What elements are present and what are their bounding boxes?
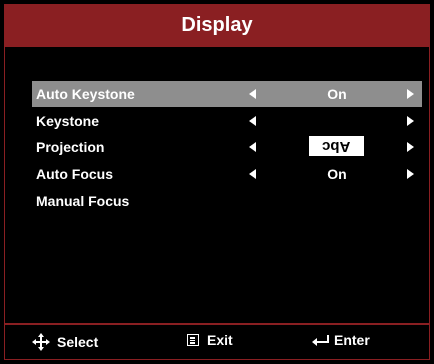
left-arrow-icon[interactable]: [249, 169, 256, 179]
menu-icon: [187, 334, 199, 346]
menu-item-value: On: [327, 166, 347, 182]
exit-hint: Exit: [187, 332, 233, 348]
select-hint: Select: [31, 332, 98, 352]
right-arrow-icon[interactable]: [407, 116, 414, 126]
menu-item-auto-focus[interactable]: Auto Focus On: [32, 161, 422, 187]
projection-mode-value: Abc: [309, 136, 364, 156]
left-arrow-icon[interactable]: [249, 89, 256, 99]
enter-label: Enter: [334, 332, 370, 348]
menu-item-label: Auto Keystone: [36, 86, 135, 102]
menu-item-manual-focus[interactable]: Manual Focus: [32, 188, 422, 214]
right-arrow-icon[interactable]: [407, 142, 414, 152]
menu-item-label: Keystone: [36, 113, 100, 129]
four-way-arrows-icon: [31, 332, 51, 352]
footer-hints: Select Exit Enter: [5, 325, 429, 359]
menu-item-projection[interactable]: Projection Abc: [32, 134, 422, 160]
menu-item-label: Manual Focus: [36, 193, 130, 209]
osd-menu-window: Display Auto Keystone On Keystone Projec…: [4, 4, 430, 360]
right-arrow-icon[interactable]: [407, 169, 414, 179]
select-label: Select: [57, 334, 99, 350]
header-divider: [5, 45, 429, 47]
exit-label: Exit: [207, 332, 233, 348]
menu-title: Display: [181, 13, 253, 36]
right-arrow-icon[interactable]: [407, 89, 414, 99]
left-arrow-icon[interactable]: [249, 142, 256, 152]
menu-item-keystone[interactable]: Keystone: [32, 108, 422, 134]
menu-item-value: On: [327, 86, 347, 102]
left-arrow-icon[interactable]: [249, 116, 256, 126]
enter-hint: Enter: [311, 332, 370, 348]
menu-item-label: Auto Focus: [36, 166, 113, 182]
title-bar: Display: [5, 5, 429, 45]
projection-mode-text: Abc: [322, 137, 351, 155]
menu-item-label: Projection: [36, 139, 105, 155]
menu-item-auto-keystone[interactable]: Auto Keystone On: [32, 81, 422, 107]
enter-return-icon: [311, 333, 331, 347]
